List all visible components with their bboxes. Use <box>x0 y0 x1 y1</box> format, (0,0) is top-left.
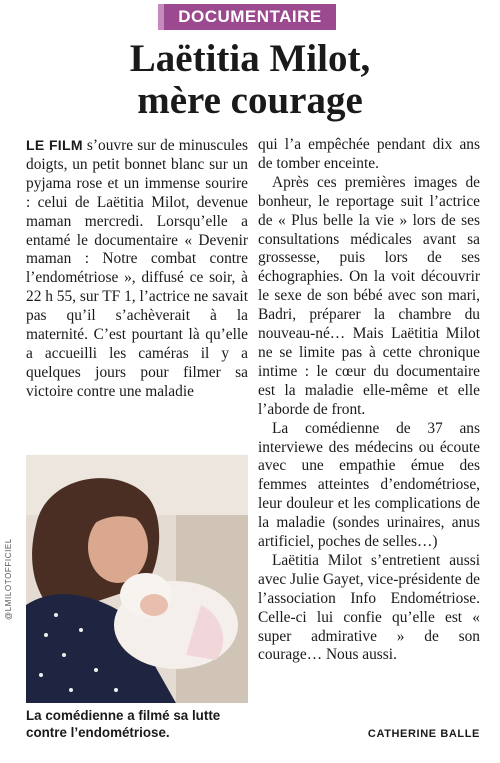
headline-line-2: mère courage <box>137 79 363 122</box>
kicker-wrap: DOCUMENTAIRE <box>0 4 500 30</box>
section-kicker: DOCUMENTAIRE <box>158 4 336 30</box>
photo-credit: @LMILOTOFFICIEL <box>4 538 13 620</box>
article-column-left: LE FILM s’ouvre sur de minuscules doigts… <box>26 136 248 402</box>
article-column-right: qui l’a empêchée pendant dix ans de tomb… <box>258 136 480 665</box>
photo-caption: La comédienne a filmé sa lutte contre l’… <box>26 708 221 740</box>
article-paragraph: Après ces premières images de bonheur, l… <box>258 173 480 418</box>
article-photo <box>26 455 248 703</box>
headline: Laëtitia Milot, mère courage <box>0 38 500 122</box>
article-paragraph: Laëtitia Milot s’entretient aussi avec J… <box>258 551 480 664</box>
article-body-left: s’ouvre sur de minuscules doigts, un pet… <box>26 137 248 400</box>
photo-illustration <box>26 455 248 703</box>
article-paragraph: La comédienne de 37 ans interviewe des m… <box>258 419 480 551</box>
headline-line-1: Laëtitia Milot, <box>129 37 371 80</box>
byline: CATHERINE BALLE <box>367 728 480 740</box>
lead-in: LE FILM <box>26 137 83 153</box>
article-paragraph-continued: qui l’a empêchée pendant dix ans de tomb… <box>258 136 480 172</box>
article-paragraph: LE FILM s’ouvre sur de minuscules doigts… <box>26 136 248 402</box>
